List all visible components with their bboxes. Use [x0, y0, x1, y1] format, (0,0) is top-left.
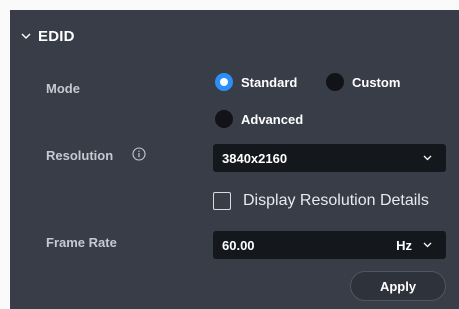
radio-custom[interactable]: Custom: [326, 73, 400, 91]
frame-rate-select[interactable]: 60.00 Hz: [213, 231, 446, 259]
section-header[interactable]: EDID: [10, 10, 459, 64]
edid-panel: EDID Mode Standard Custom Advanced Resol…: [10, 10, 459, 309]
resolution-label: Resolution: [46, 148, 114, 163]
radio-advanced[interactable]: Advanced: [215, 110, 303, 128]
info-icon[interactable]: [132, 147, 146, 161]
display-resolution-details-label: Display Resolution Details: [243, 192, 429, 209]
radio-advanced-label: Advanced: [241, 111, 304, 127]
radio-custom-indicator[interactable]: [326, 73, 344, 91]
radio-standard-label: Standard: [241, 74, 298, 90]
apply-button[interactable]: Apply: [350, 271, 446, 301]
display-resolution-details[interactable]: Display Resolution Details: [213, 192, 429, 210]
chevron-down-icon: [423, 155, 432, 161]
radio-standard-indicator[interactable]: [215, 73, 233, 91]
chevron-down-icon[interactable]: [21, 31, 31, 41]
radio-advanced-indicator[interactable]: [215, 110, 233, 128]
section-title: EDID: [38, 28, 75, 45]
display-resolution-details-checkbox[interactable]: [213, 192, 231, 210]
radio-standard[interactable]: Standard: [215, 73, 297, 91]
resolution-select[interactable]: 3840x2160: [213, 144, 446, 172]
frame-rate-value: 60.00: [222, 237, 255, 253]
frame-rate-label: Frame Rate: [46, 235, 117, 250]
chevron-down-icon: [423, 242, 432, 248]
frame-rate-unit: Hz: [396, 238, 412, 253]
mode-label: Mode: [46, 81, 80, 96]
resolution-value: 3840x2160: [222, 150, 288, 166]
radio-custom-label: Custom: [352, 74, 401, 90]
